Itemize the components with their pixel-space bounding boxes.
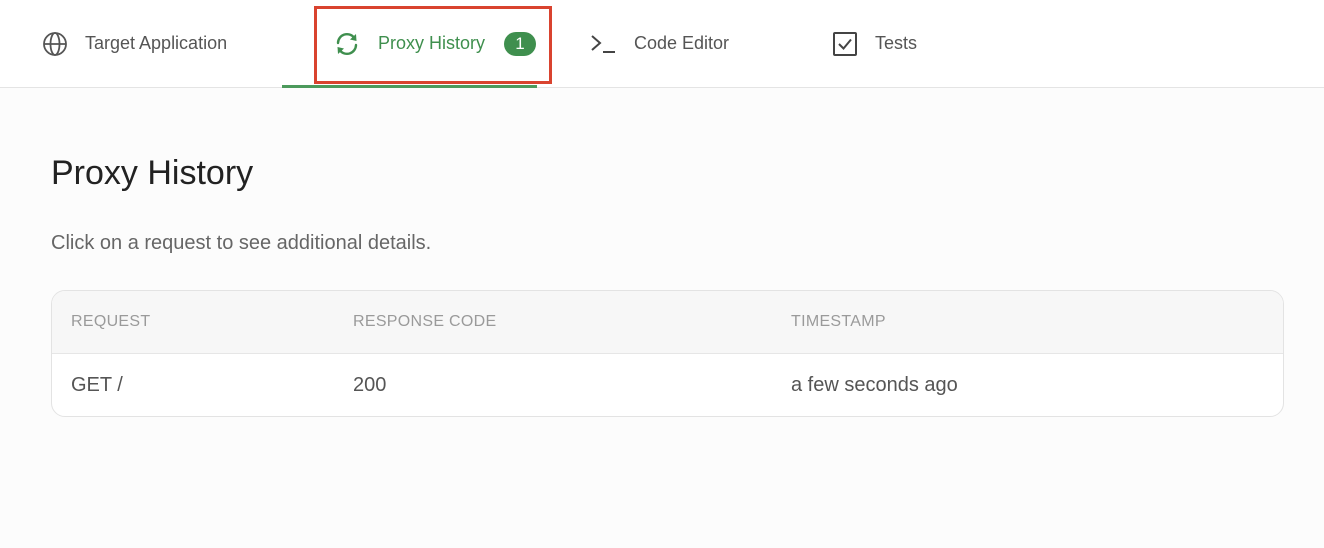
tab-target-application[interactable]: Target Application bbox=[42, 0, 227, 87]
column-header-request: REQUEST bbox=[71, 313, 151, 330]
tab-proxy-history[interactable]: Proxy History 1 bbox=[282, 0, 537, 88]
tab-code-editor[interactable]: Code Editor bbox=[590, 0, 729, 87]
tab-code-editor-label: Code Editor bbox=[634, 33, 730, 53]
terminal-icon bbox=[590, 33, 616, 55]
count-badge: 1 bbox=[504, 31, 537, 56]
page-subtitle: Click on a request to see additional det… bbox=[51, 232, 432, 254]
cell-timestamp: a few seconds ago bbox=[791, 374, 958, 396]
tab-target-application-label: Target Application bbox=[85, 33, 228, 53]
column-header-timestamp: TIMESTAMP bbox=[791, 313, 886, 330]
tab-tests-label: Tests bbox=[875, 33, 918, 53]
tab-tests[interactable]: Tests bbox=[832, 0, 917, 87]
requests-table: REQUEST RESPONSE CODE TIMESTAMP GET / 20… bbox=[51, 290, 1284, 417]
active-tab-indicator bbox=[282, 85, 537, 88]
tab-proxy-history-label: Proxy History bbox=[378, 33, 486, 53]
cell-request: GET / bbox=[71, 374, 123, 396]
table-header: REQUEST RESPONSE CODE TIMESTAMP bbox=[52, 291, 1283, 354]
cell-response-code: 200 bbox=[353, 374, 387, 396]
table-row[interactable]: GET / 200 a few seconds ago bbox=[52, 354, 1283, 416]
checkbox-icon bbox=[832, 31, 858, 57]
tab-bar: Target Application Proxy History 1 Code … bbox=[0, 0, 1324, 88]
globe-icon bbox=[42, 31, 68, 57]
page-title: Proxy History bbox=[51, 154, 254, 192]
column-header-response-code: RESPONSE CODE bbox=[353, 313, 497, 330]
refresh-icon bbox=[333, 30, 361, 58]
